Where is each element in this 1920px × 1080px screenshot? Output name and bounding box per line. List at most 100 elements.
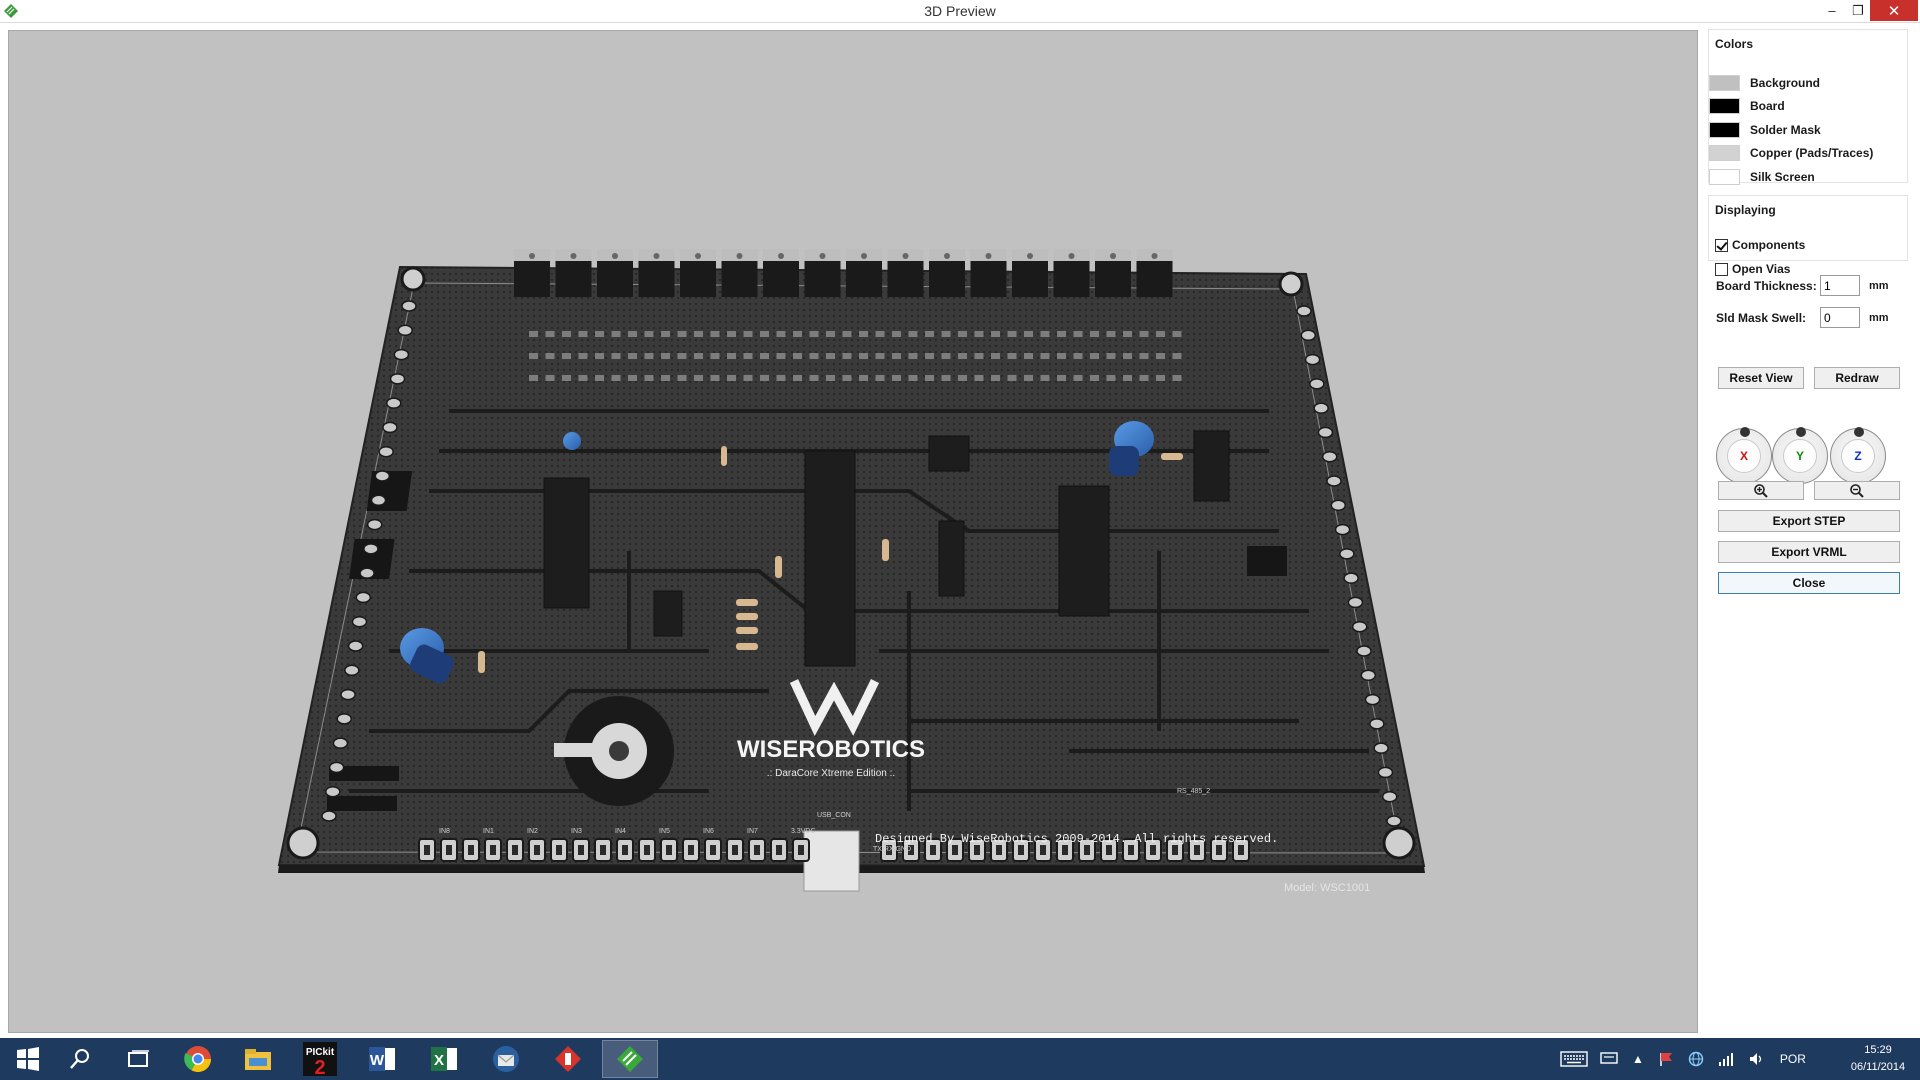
edge-pad (1386, 815, 1402, 827)
smd-pad (1123, 331, 1132, 337)
excel-taskbar-item[interactable]: X (416, 1040, 472, 1078)
clock[interactable]: 15:29 06/11/2014 (1838, 1042, 1918, 1076)
transistor-body (846, 261, 882, 297)
keyboard-icon[interactable] (1560, 1051, 1588, 1067)
rotate-z-dial[interactable]: Z (1830, 427, 1886, 484)
word-taskbar-item[interactable]: W (354, 1040, 410, 1078)
components-checkbox-row[interactable]: Components (1715, 237, 1805, 253)
export-vrml-button[interactable]: Export VRML (1718, 541, 1900, 563)
board-thickness-input[interactable] (1820, 275, 1860, 296)
color-row-copper-pads-traces[interactable]: Copper (Pads/Traces) (1709, 145, 1873, 162)
search-icon (70, 1049, 89, 1069)
smd-pad (545, 353, 555, 359)
terminal-pad-hole (490, 845, 496, 855)
transistor-body (555, 261, 592, 297)
dial-knob[interactable] (1854, 427, 1864, 437)
edge-pad (351, 615, 368, 628)
smd-pad (1073, 375, 1083, 381)
chrome-taskbar-item[interactable] (170, 1040, 226, 1078)
color-swatch[interactable] (1709, 74, 1740, 91)
edge-pad (374, 470, 391, 482)
smd-pad (793, 375, 802, 381)
edge-pad (1300, 329, 1317, 342)
smd-pad (958, 375, 967, 381)
color-label: Copper (Pads/Traces) (1750, 146, 1874, 160)
transistor-hole (944, 253, 950, 259)
3d-viewport[interactable]: WISEROBOTICS .: DaraCore Xtreme Edition … (8, 30, 1698, 1033)
smd-pad (1106, 331, 1116, 337)
smd-pad (875, 375, 885, 381)
smd-pad (776, 353, 786, 359)
color-swatch[interactable] (1709, 168, 1740, 185)
input-label: IN1 (483, 828, 494, 835)
volume-icon[interactable] (1748, 1051, 1764, 1067)
color-row-background[interactable]: Background (1709, 74, 1820, 91)
file-explorer-taskbar-item[interactable] (230, 1040, 286, 1078)
smd-pad (875, 331, 885, 337)
smd-pad (974, 375, 984, 381)
thunderbird-taskbar-item[interactable] (478, 1040, 534, 1078)
color-row-board[interactable]: Board (1709, 98, 1785, 115)
show-hidden-icons-icon[interactable]: ▲ (1632, 1052, 1644, 1066)
minimize-button[interactable]: – (1818, 0, 1846, 21)
rotate-y-dial[interactable]: Y (1772, 427, 1828, 484)
close-button[interactable]: Close (1718, 572, 1900, 594)
color-label: Background (1750, 75, 1821, 90)
rotate-x-dial[interactable]: X (1716, 427, 1772, 484)
start-button[interactable] (0, 1040, 56, 1078)
smd-pad (1156, 353, 1165, 359)
search-button[interactable] (52, 1040, 108, 1078)
transistor-body (1012, 261, 1048, 297)
signal-icon[interactable] (1718, 1051, 1734, 1067)
dial-knob[interactable] (1740, 427, 1750, 437)
terminal-pad-hole (798, 845, 804, 855)
smd-pad (941, 353, 951, 359)
color-swatch[interactable] (1709, 98, 1740, 114)
smd-pad (925, 353, 934, 359)
close-window-button[interactable]: ✕ (1870, 0, 1918, 21)
action-center-icon[interactable] (1600, 1051, 1618, 1067)
red-app-taskbar-item[interactable] (540, 1040, 596, 1078)
language-indicator[interactable]: POR (1780, 1052, 1806, 1066)
flag-icon[interactable] (1658, 1051, 1674, 1067)
zoom-out-button[interactable] (1814, 481, 1900, 500)
transistor-hole (1110, 253, 1116, 259)
color-swatch[interactable] (1709, 121, 1740, 138)
zoom-in-button[interactable] (1718, 481, 1804, 500)
redraw-button[interactable]: Redraw (1814, 367, 1900, 389)
transistor-hole (653, 253, 660, 259)
pickit2-taskbar-item[interactable]: PICkit 2 (292, 1040, 348, 1078)
maximize-button[interactable]: ❐ (1844, 0, 1872, 21)
export-step-button[interactable]: Export STEP (1718, 510, 1900, 532)
color-label: Solder Mask (1750, 122, 1821, 137)
smd-pad (595, 375, 604, 381)
system-tray: ▲ POR (1560, 1038, 1806, 1080)
terminal-pad-hole (1172, 845, 1178, 855)
smd-pad (760, 375, 769, 381)
thunderbird-icon (493, 1046, 519, 1072)
network-globe-icon[interactable] (1688, 1051, 1704, 1067)
transistor-hole (1068, 253, 1075, 259)
smd-pad (925, 331, 934, 337)
color-row-solder-mask[interactable]: Solder Mask (1709, 121, 1821, 138)
components-checkbox[interactable] (1715, 238, 1728, 252)
sld-mask-swell-input[interactable] (1820, 307, 1860, 328)
open-vias-checkbox[interactable] (1715, 262, 1728, 276)
dial-knob[interactable] (1796, 427, 1806, 437)
edge-pad (344, 664, 360, 677)
smd-pad (694, 353, 703, 359)
reset-view-button[interactable]: Reset View (1718, 367, 1804, 389)
smd-pad (677, 353, 687, 359)
color-row-silk-screen[interactable]: Silk Screen (1709, 168, 1815, 185)
edge-pad (382, 421, 398, 434)
sld-mask-swell-row: Sld Mask Swell: mm (1716, 307, 1889, 328)
edge-pad (1296, 305, 1312, 317)
smd-pad (727, 353, 736, 359)
pcb-app-taskbar-item[interactable] (602, 1040, 658, 1078)
pcb-render[interactable]: WISEROBOTICS .: DaraCore Xtreme Edition … (9, 31, 1698, 1033)
smd-pad (562, 331, 571, 337)
smd-pad (1123, 353, 1132, 359)
smd-pad (859, 331, 868, 337)
color-swatch[interactable] (1709, 145, 1740, 161)
task-view-button[interactable] (110, 1040, 166, 1078)
